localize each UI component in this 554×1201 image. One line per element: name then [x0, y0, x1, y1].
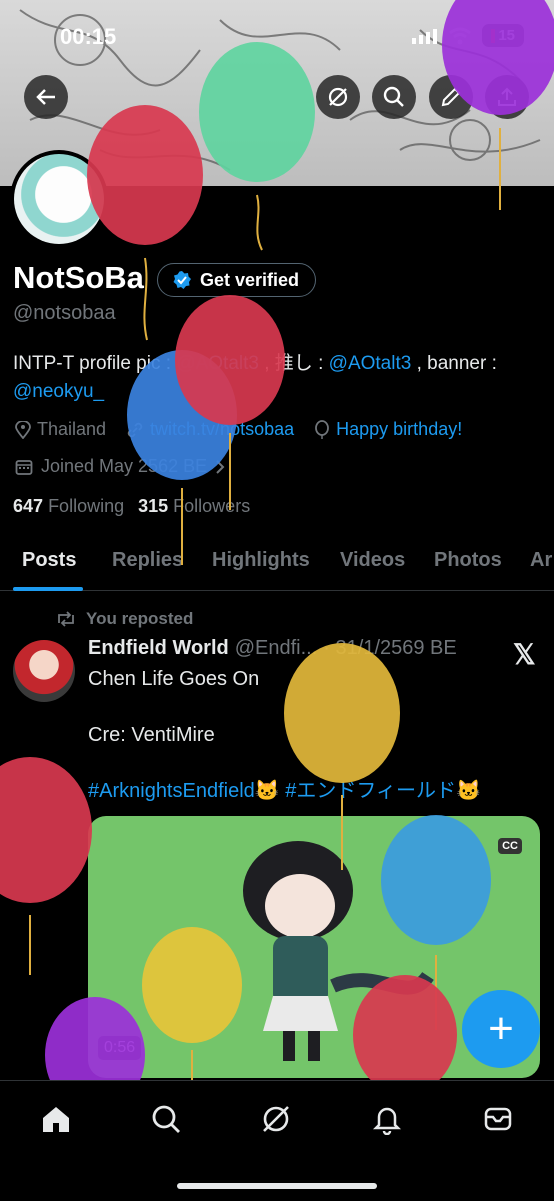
- tweet-date[interactable]: · 31/1/2569 BE: [323, 637, 456, 660]
- website-link[interactable]: twitch.tv/notsobaa: [150, 419, 294, 440]
- arrow-left-icon: [36, 89, 55, 105]
- birthday-item[interactable]: Happy birthday!: [314, 419, 462, 440]
- video-duration: 0:56: [98, 1036, 142, 1060]
- tab-videos[interactable]: Videos: [340, 549, 405, 572]
- share-icon: [498, 87, 516, 106]
- following-link[interactable]: 647 Following: [13, 496, 124, 517]
- balloon: [0, 757, 92, 975]
- notifications-icon[interactable]: [369, 1101, 405, 1137]
- grok-icon: [328, 87, 348, 107]
- balloon-icon: [315, 419, 330, 439]
- grok-button[interactable]: [316, 75, 360, 119]
- tweet-author-name[interactable]: Endfield World: [88, 637, 229, 660]
- status-bar: 00:15 15: [0, 22, 554, 54]
- profile-meta: Thailand twitch.tv/notsobaa Happy birthd…: [15, 419, 462, 440]
- battery-indicator: 15: [482, 24, 524, 47]
- active-tab-indicator: [13, 587, 83, 591]
- messages-icon[interactable]: [480, 1101, 516, 1137]
- edit-icon: [441, 87, 461, 107]
- get-verified-button[interactable]: Get verified: [157, 263, 317, 297]
- share-button[interactable]: [485, 75, 529, 119]
- search-button[interactable]: [372, 75, 416, 119]
- verified-badge-icon: [173, 271, 191, 289]
- profile-name: NotSoBa: [13, 260, 144, 295]
- repost-icon: [58, 611, 74, 627]
- home-icon[interactable]: [38, 1101, 74, 1137]
- website-item[interactable]: twitch.tv/notsobaa: [126, 419, 294, 440]
- bio-mention-link[interactable]: @AOtalt3: [176, 353, 259, 374]
- tab-articles[interactable]: Ar: [530, 549, 552, 572]
- tweet-author-avatar[interactable]: [13, 640, 75, 702]
- bio-mention-link[interactable]: @AOtalt3: [329, 353, 412, 374]
- tweet-text: Chen Life Goes On Cre: VentiMire #Arknig…: [88, 668, 481, 802]
- profile-tabs: Posts Replies Highlights Videos Photos A…: [0, 532, 554, 591]
- hashtag-link[interactable]: #エンドフィールド🐱: [285, 780, 481, 802]
- home-indicator: [177, 1183, 377, 1189]
- follow-stats: 647 Following 315 Followers: [13, 496, 250, 517]
- tab-posts[interactable]: Posts: [22, 549, 76, 572]
- grok-icon[interactable]: [258, 1101, 294, 1137]
- search-icon: [383, 86, 404, 107]
- tweet-header: Endfield World @Endfi... · 31/1/2569 BE: [88, 637, 457, 660]
- search-icon[interactable]: [148, 1101, 184, 1137]
- compose-button[interactable]: +: [462, 990, 540, 1068]
- repost-indicator: You reposted: [56, 609, 193, 629]
- chevron-right-icon: [216, 459, 225, 474]
- joined-item[interactable]: Joined May 2562 BE: [15, 456, 225, 477]
- followers-link[interactable]: 315 Followers: [138, 496, 250, 517]
- location-pin-icon: [15, 420, 31, 439]
- profile-avatar[interactable]: [10, 150, 108, 248]
- wifi-icon: [449, 27, 472, 44]
- tab-replies[interactable]: Replies: [112, 549, 183, 572]
- location-item: Thailand: [15, 419, 106, 440]
- bio-mention-link[interactable]: @neokyu_: [13, 381, 104, 402]
- back-button[interactable]: [24, 75, 68, 119]
- calendar-icon: [15, 459, 33, 475]
- tweet-author-handle: @Endfi...: [234, 637, 318, 659]
- link-icon: [127, 422, 143, 437]
- status-time: 00:15: [60, 24, 117, 49]
- signal-icon: [412, 28, 438, 44]
- captions-badge[interactable]: CC: [498, 838, 522, 854]
- tab-highlights[interactable]: Highlights: [212, 549, 310, 572]
- profile-bio: INTP-T profile pic : @AOtalt3 , 推し : @AO…: [13, 353, 497, 402]
- tab-photos[interactable]: Photos: [434, 549, 502, 572]
- hashtag-link[interactable]: #ArknightsEndfield🐱: [88, 780, 280, 802]
- edit-button[interactable]: [429, 75, 473, 119]
- profile-handle: @notsobaa: [13, 302, 116, 324]
